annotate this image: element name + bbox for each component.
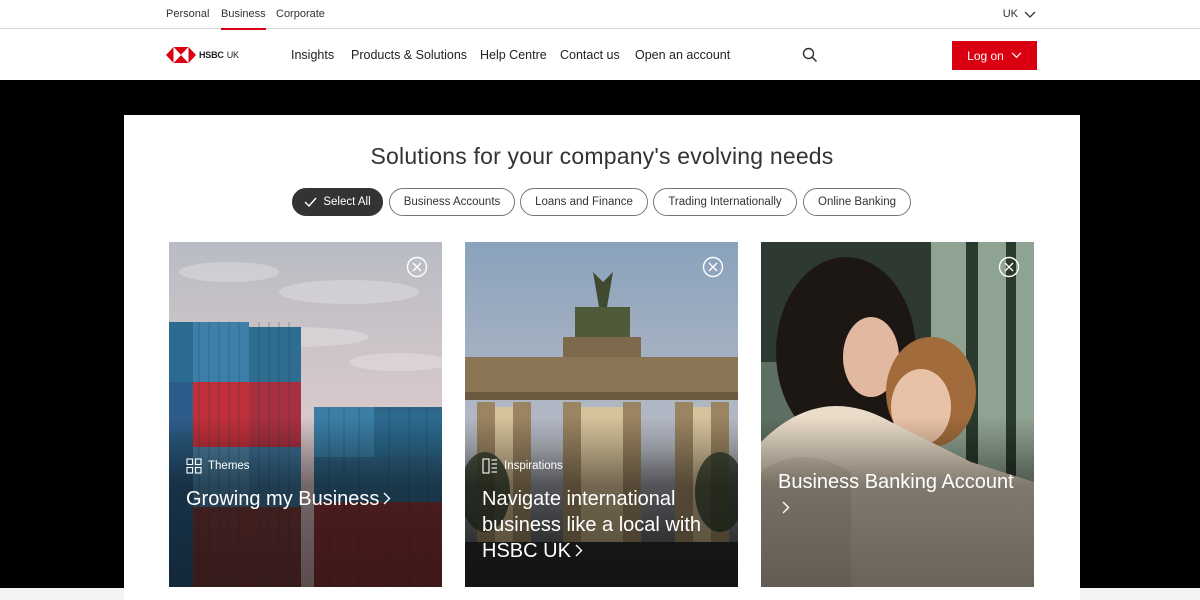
check-icon: [304, 197, 317, 207]
card-growing-business[interactable]: Themes Growing my Business: [169, 242, 442, 587]
region-label: UK: [1002, 8, 1018, 20]
chevron-down-icon: [1024, 11, 1036, 18]
filter-business-accounts[interactable]: Business Accounts: [389, 188, 515, 216]
filter-trading-internationally[interactable]: Trading Internationally: [653, 188, 797, 216]
chevron-right-icon: [575, 544, 583, 557]
main-header: HSBC UK Insights Products & Solutions He…: [0, 30, 1200, 80]
filter-online-banking[interactable]: Online Banking: [803, 188, 911, 216]
hsbc-logo[interactable]: HSBC UK: [166, 45, 239, 65]
card-title: Navigate international business like a l…: [482, 486, 722, 564]
hexagon-logo-icon: [166, 47, 196, 63]
close-icon[interactable]: [406, 256, 428, 278]
search-icon[interactable]: [802, 47, 818, 63]
nav-help-centre[interactable]: Help Centre: [480, 30, 547, 80]
card-business-banking-account[interactable]: Business Banking Account: [761, 242, 1034, 587]
log-on-button[interactable]: Log on: [952, 41, 1037, 70]
chevron-down-icon: [1011, 52, 1022, 59]
nav-contact-us[interactable]: Contact us: [560, 30, 620, 80]
filter-label: Business Accounts: [403, 196, 501, 208]
close-icon[interactable]: [998, 256, 1020, 278]
logo-region: UK: [226, 50, 239, 60]
nav-open-account[interactable]: Open an account: [635, 30, 730, 80]
card-title-text: Business Banking Account: [778, 471, 1014, 493]
card-category: Inspirations: [482, 458, 563, 474]
filter-select-all[interactable]: Select All: [292, 188, 383, 216]
card-title-text: Growing my Business: [186, 488, 380, 510]
filter-loans-finance[interactable]: Loans and Finance: [520, 188, 648, 216]
segment-business[interactable]: Business: [221, 0, 266, 30]
chevron-right-icon: [383, 492, 391, 505]
card-international-business[interactable]: Inspirations Navigate international busi…: [465, 242, 738, 587]
logo-brand: HSBC: [199, 50, 224, 60]
filter-label: Trading Internationally: [668, 196, 782, 208]
filter-label: Loans and Finance: [535, 196, 633, 208]
log-on-label: Log on: [967, 48, 1004, 63]
page-title: Solutions for your company's evolving ne…: [370, 143, 834, 169]
article-icon: [482, 458, 497, 474]
filter-label: Online Banking: [818, 196, 896, 208]
nav-insights[interactable]: Insights: [291, 30, 334, 80]
filter-chips: Select All Business Accounts Loans and F…: [124, 188, 1080, 216]
close-icon[interactable]: [702, 256, 724, 278]
card-title: Growing my Business: [186, 486, 426, 512]
segment-bar: Personal Business Corporate UK: [0, 0, 1200, 30]
category-label: Inspirations: [504, 460, 563, 472]
solutions-panel: Solutions for your company's evolving ne…: [124, 115, 1080, 600]
card-title-text: Navigate international business like a l…: [482, 488, 701, 562]
region-selector[interactable]: UK: [1003, 0, 1036, 29]
card-category: Themes: [186, 458, 250, 474]
segment-corporate[interactable]: Corporate: [276, 0, 325, 29]
chevron-right-icon: [782, 501, 790, 514]
filter-label: Select All: [323, 196, 371, 208]
card-title: Business Banking Account: [778, 469, 1018, 521]
category-label: Themes: [208, 460, 250, 472]
nav-products-solutions[interactable]: Products & Solutions: [351, 30, 467, 80]
grid-icon: [186, 458, 202, 474]
segment-personal[interactable]: Personal: [166, 0, 209, 29]
